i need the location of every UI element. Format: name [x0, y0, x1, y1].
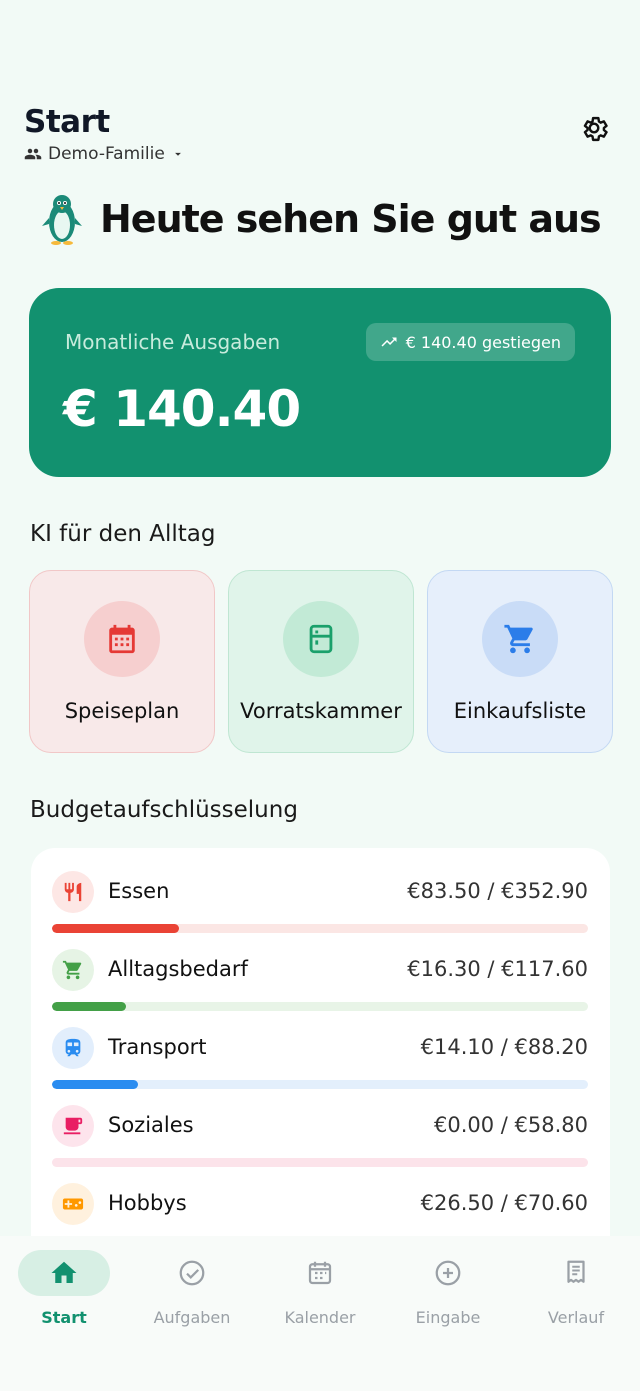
greeting-text: Heute sehen Sie gut aus [100, 197, 602, 241]
nav-icon-wrap [402, 1250, 494, 1296]
gear-icon[interactable] [578, 112, 610, 144]
greeting: Heute sehen Sie gut aus [40, 192, 602, 246]
budget-progress-fill [52, 1080, 138, 1089]
nav-item-verlauf[interactable]: Verlauf [512, 1250, 640, 1327]
nav-item-eingabe[interactable]: Eingabe [384, 1250, 512, 1327]
pantry-icon-circle [283, 601, 359, 677]
budget-section-title: Budgetaufschlüsselung [30, 797, 298, 823]
nav-label: Aufgaben [153, 1308, 231, 1327]
budget-row[interactable]: Transport €14.10 / €88.20 [52, 1027, 588, 1091]
spending-value: € 140.40 [63, 380, 301, 438]
check-circle-icon [179, 1260, 205, 1286]
receipt-icon [567, 1260, 585, 1283]
ai-section-title: KI für den Alltag [30, 521, 216, 547]
trend-badge: € 140.40 gestiegen [365, 323, 575, 361]
nav-icon-wrap [18, 1250, 110, 1296]
trend-text: € 140.40 gestiegen [405, 332, 561, 352]
budget-progress-track [52, 1002, 588, 1011]
budget-progress-fill [52, 1002, 127, 1011]
budget-icon-circle [52, 871, 94, 913]
gamepad-icon [62, 1198, 84, 1210]
budget-amount: €26.50 / €70.60 [420, 1191, 588, 1215]
home-icon [51, 1261, 77, 1283]
nav-label: Eingabe [415, 1308, 481, 1327]
meal-plan-icon-circle [84, 601, 160, 677]
calendar-icon [109, 624, 135, 654]
budget-icon-circle [52, 1183, 94, 1225]
cup-icon [63, 1117, 83, 1135]
chevron-down-icon [174, 152, 181, 156]
budget-card: Essen €83.50 / €352.90 Alltagsbedarf €16… [31, 848, 610, 1268]
nav-icon-wrap [146, 1250, 238, 1296]
nav-item-start[interactable]: Start [0, 1250, 128, 1327]
nav-item-kalender[interactable]: Kalender [256, 1250, 384, 1327]
plus-circle-icon [435, 1260, 461, 1286]
family-selector[interactable]: Demo-Familie [24, 144, 616, 164]
nav-icon-wrap [530, 1250, 622, 1296]
nav-label: Verlauf [547, 1308, 605, 1327]
cart-icon [504, 624, 533, 654]
nav-icon-wrap [274, 1250, 366, 1296]
budget-icon-circle [52, 1105, 94, 1147]
ai-cards: Speiseplan Vorratskammer Einkaufsliste [29, 570, 613, 753]
budget-name: Alltagsbedarf [108, 957, 248, 981]
train-icon [65, 1038, 81, 1057]
budget-progress-fill [52, 924, 179, 933]
meal-plan-label: Speiseplan [64, 699, 180, 723]
budget-row[interactable]: Alltagsbedarf €16.30 / €117.60 [52, 949, 588, 1013]
spending-label: Monatliche Ausgaben [65, 330, 281, 354]
shopping-list-label: Einkaufsliste [453, 699, 587, 723]
nav-label: Kalender [284, 1308, 356, 1327]
shopping-list-card[interactable]: Einkaufsliste [427, 570, 613, 753]
budget-row[interactable]: Soziales €0.00 / €58.80 [52, 1105, 588, 1169]
budget-row[interactable]: Essen €83.50 / €352.90 [52, 871, 588, 935]
people-icon [24, 148, 42, 160]
pantry-label: Vorratskammer [240, 699, 402, 723]
budget-name: Essen [108, 879, 170, 903]
nav-label: Start [41, 1308, 87, 1327]
shopping-list-icon-circle [482, 601, 558, 677]
fork-knife-icon [64, 882, 82, 902]
budget-progress-track [52, 1080, 588, 1089]
calendar-icon [308, 1261, 332, 1285]
budget-icon-circle [52, 949, 94, 991]
monthly-spending-card[interactable]: Monatliche Ausgaben € 140.40 gestiegen €… [29, 288, 611, 477]
budget-name: Transport [108, 1035, 207, 1059]
pantry-card[interactable]: Vorratskammer [228, 570, 414, 753]
budget-amount: €0.00 / €58.80 [433, 1113, 588, 1137]
family-name: Demo-Familie [48, 144, 165, 164]
fridge-icon [309, 624, 333, 654]
budget-progress-track [52, 924, 588, 933]
trending-up-icon [381, 337, 397, 347]
meal-plan-card[interactable]: Speiseplan [29, 570, 215, 753]
budget-amount: €14.10 / €88.20 [420, 1035, 588, 1059]
header: Start Demo-Familie [24, 104, 616, 168]
cart-icon [62, 960, 82, 980]
nav-item-aufgaben[interactable]: Aufgaben [128, 1250, 256, 1327]
page-title: Start [24, 104, 110, 140]
budget-name: Soziales [108, 1113, 194, 1137]
budget-amount: €16.30 / €117.60 [407, 957, 588, 981]
budget-amount: €83.50 / €352.90 [407, 879, 588, 903]
budget-icon-circle [52, 1027, 94, 1069]
budget-progress-track [52, 1158, 588, 1167]
penguin-mascot-icon [42, 195, 82, 245]
bottom-nav: Start Aufgaben Kalender Eingabe Verlauf [0, 1236, 640, 1391]
budget-name: Hobbys [108, 1191, 187, 1215]
